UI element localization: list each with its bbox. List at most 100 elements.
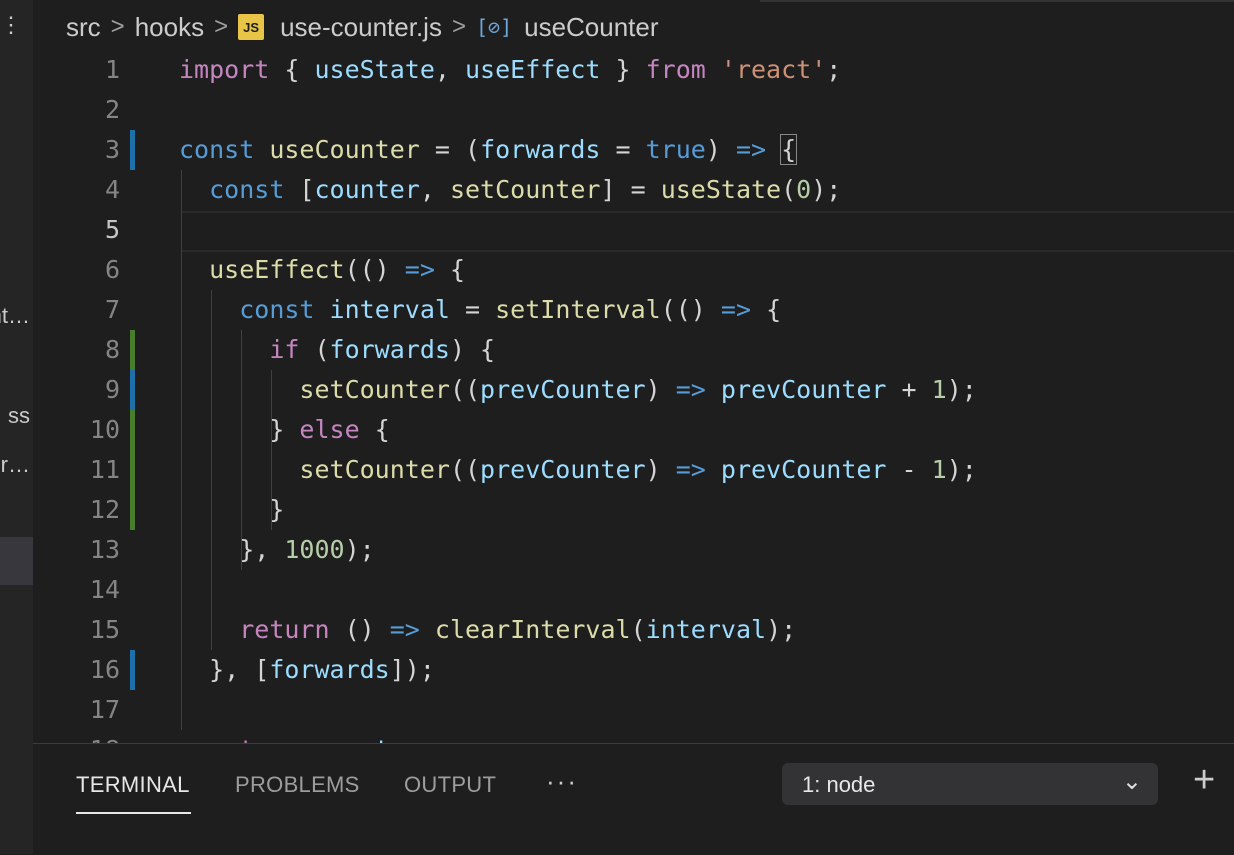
code-editor[interactable]: 1 import { useState, useEffect } from 're…: [33, 50, 1234, 743]
code-token: );: [811, 175, 842, 204]
new-terminal-icon[interactable]: +: [1193, 759, 1215, 802]
divider: [760, 0, 1234, 2]
code-token: 1000: [284, 535, 345, 564]
line-number: 7: [104, 295, 120, 324]
code-token: {: [269, 55, 315, 84]
code-line[interactable]: 7 const interval = setInterval(() => {: [33, 290, 1234, 330]
code-line[interactable]: 9 setCounter((prevCounter) => prevCounte…: [33, 370, 1234, 410]
chevron-right-icon: >: [214, 13, 229, 40]
tab-output[interactable]: OUTPUT: [404, 772, 496, 798]
code-token: if: [269, 335, 300, 364]
javascript-file-icon: JS: [238, 14, 265, 40]
code-line[interactable]: 8 if (forwards) {: [33, 330, 1234, 370]
code-token: setInterval: [495, 295, 661, 324]
code-line[interactable]: 3 const useCounter = (forwards = true) =>…: [33, 130, 1234, 170]
menu-icon[interactable]: ⋮: [0, 12, 22, 38]
git-change-marker[interactable]: [130, 490, 135, 530]
code-line[interactable]: 2: [33, 90, 1234, 130]
breadcrumb-item-symbol[interactable]: useCounter: [524, 12, 658, 43]
more-actions-icon[interactable]: ···: [546, 766, 578, 797]
code-token: = (: [419, 135, 481, 164]
code-line[interactable]: 5: [33, 210, 1234, 252]
code-line[interactable]: 6 useEffect(() => {: [33, 250, 1234, 290]
code-token: return: [209, 735, 299, 743]
code-line[interactable]: 15 return () => clearInterval(interval);: [33, 610, 1234, 650]
tab-problems[interactable]: PROBLEMS: [235, 772, 360, 798]
code-token: ]);: [389, 655, 435, 684]
code-token: setCounter: [449, 175, 601, 204]
explorer-item-fragment[interactable]: ss: [8, 403, 30, 429]
code-text: }, 1000);: [179, 530, 374, 570]
breadcrumb-item-src[interactable]: src: [66, 12, 101, 43]
code-token: );: [946, 375, 977, 404]
git-change-marker[interactable]: [130, 650, 135, 690]
code-token: ((: [449, 455, 481, 484]
line-number: 14: [89, 575, 120, 604]
code-line[interactable]: 16 }, [forwards]);: [33, 650, 1234, 690]
explorer-item-fragment[interactable]: er…: [0, 452, 30, 478]
line-number: 4: [104, 175, 120, 204]
code-token: interval: [329, 295, 450, 324]
explorer-selected-item[interactable]: [0, 537, 33, 585]
line-number: 6: [104, 255, 120, 284]
line-number: 18: [33, 730, 120, 743]
active-tab-indicator: [76, 812, 191, 814]
code-token: useCounter: [269, 135, 420, 164]
chevron-right-icon: >: [110, 13, 125, 40]
explorer-item-fragment[interactable]: nt…: [0, 303, 30, 329]
code-token: (: [781, 175, 797, 204]
code-line[interactable]: 14: [33, 570, 1234, 610]
code-token: prevCounter: [480, 455, 646, 484]
line-number: 5: [104, 215, 120, 244]
code-text: setCounter((prevCounter) => prevCounter …: [179, 370, 977, 410]
code-token: =>: [389, 615, 420, 644]
line-number: 2: [104, 95, 120, 124]
code-line[interactable]: 4 const [counter, setCounter] = useState…: [33, 170, 1234, 210]
code-token: 1: [931, 375, 947, 404]
chevron-right-icon: >: [451, 13, 466, 40]
line-number: 16: [89, 655, 120, 684]
code-line[interactable]: 11 setCounter((prevCounter) => prevCount…: [33, 450, 1234, 490]
code-token: useEffect: [209, 255, 345, 284]
line-number: 15: [89, 615, 120, 644]
code-token: const: [179, 135, 255, 164]
code-token: ;: [420, 735, 435, 743]
git-change-marker[interactable]: [130, 130, 135, 170]
code-token: ((): [660, 295, 721, 324]
explorer-sidebar: ⋮ nt… ss er…: [0, 0, 33, 854]
terminal-select[interactable]: 1: node ⌄: [782, 763, 1158, 805]
code-line[interactable]: 18 return counter;: [33, 730, 1234, 743]
git-change-marker[interactable]: [130, 330, 135, 370]
git-change-marker[interactable]: [130, 410, 135, 450]
breadcrumb-item-file[interactable]: use-counter.js: [280, 12, 442, 43]
code-token: [: [284, 175, 315, 204]
code-token: ): [705, 135, 736, 164]
code-line[interactable]: 17: [33, 690, 1234, 730]
code-line[interactable]: 1 import { useState, useEffect } from 're…: [33, 50, 1234, 90]
code-token: interval: [645, 615, 767, 644]
code-token: counter: [314, 735, 419, 743]
line-number: 12: [89, 495, 120, 524]
git-change-marker[interactable]: [130, 370, 135, 410]
code-line[interactable]: 12 }: [33, 490, 1234, 530]
terminal-select-value: 1: node: [802, 772, 876, 797]
code-token: =>: [720, 295, 752, 324]
breadcrumb-item-hooks[interactable]: hooks: [135, 12, 204, 43]
tab-terminal[interactable]: TERMINAL: [76, 772, 190, 798]
code-token: ;: [826, 55, 842, 84]
git-change-marker[interactable]: [130, 450, 135, 490]
code-line[interactable]: 10 } else {: [33, 410, 1234, 450]
line-number: 17: [89, 695, 120, 724]
code-token: =>: [404, 255, 435, 284]
code-line[interactable]: 13 }, 1000);: [33, 530, 1234, 570]
current-line-highlight: [181, 211, 1234, 252]
code-token: }: [179, 495, 285, 524]
code-text: const useCounter = (forwards = true) => …: [179, 130, 798, 170]
